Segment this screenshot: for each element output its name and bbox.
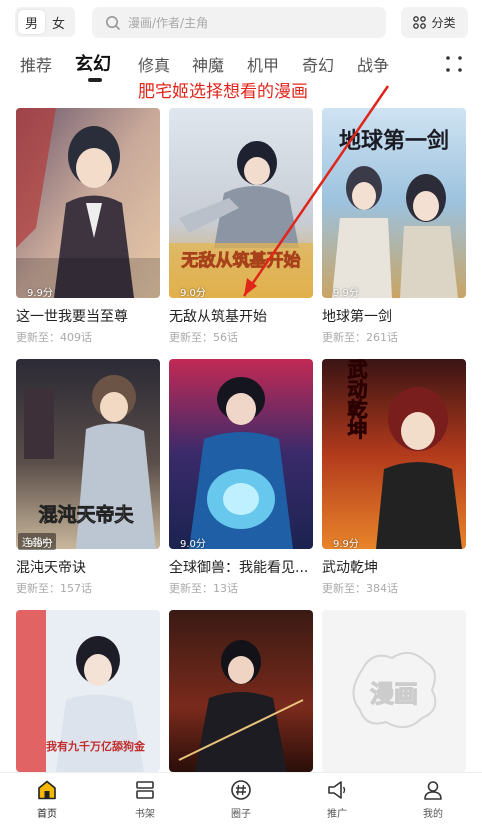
tab-xuanhuan[interactable]: 玄幻 [75, 50, 111, 76]
nav-bookshelf[interactable]: 书架 [115, 779, 175, 820]
comic-title: 全球御兽：我能看见... [169, 560, 309, 576]
active-tab-indicator [88, 78, 102, 82]
comic-update: 更新至：261话 [322, 331, 398, 344]
comic-cover[interactable]: 混沌天帝夫 [16, 359, 160, 549]
tab-jijia[interactable]: 机甲 [247, 52, 279, 76]
nav-home-label: 首页 [37, 809, 57, 820]
comic-cover[interactable] [169, 359, 313, 549]
comic-score: 9.9分 [333, 288, 359, 299]
comic-cover[interactable]: 无敌从筑基开始 [169, 108, 313, 298]
cover-title-art: 无敌从筑基开始 [181, 250, 301, 271]
comic-cover[interactable] [16, 108, 160, 298]
nav-community-label: 圈子 [231, 809, 251, 820]
comic-score: 9.9分 [27, 539, 53, 550]
categories-label: 分类 [431, 16, 456, 30]
comic-title: 无敌从筑基开始 [169, 309, 267, 325]
comic-title: 地球第一剑 [322, 309, 392, 325]
comic-update: 更新至：13话 [169, 582, 238, 595]
cover-title-art: 我有九千万亿舔狗金 [46, 739, 146, 753]
comic-score: 9.0分 [180, 539, 206, 550]
placeholder-logo-text: 漫画 [370, 679, 418, 708]
top-bar: 男 女 漫画/作者/主角 分类 [0, 0, 482, 44]
annotation-text: 肥宅姬选择想看的漫画 [138, 82, 308, 102]
home-icon [38, 780, 56, 800]
comic-score: 9.9分 [27, 288, 53, 299]
nav-community[interactable]: 圈子 [211, 779, 271, 820]
nav-promote-label: 推广 [327, 809, 347, 820]
user-icon [424, 781, 442, 800]
cover-title-art: 地球第一剑 [339, 128, 449, 154]
search-placeholder: 漫画/作者/主角 [128, 16, 209, 30]
nav-bookshelf-label: 书架 [135, 809, 155, 820]
comic-cover[interactable]: 我有九千万亿舔狗金 [16, 610, 160, 772]
comic-cover[interactable] [169, 610, 313, 772]
comic-cover-placeholder: 漫画 [322, 610, 466, 772]
categories-button[interactable]: 分类 [401, 7, 468, 38]
tab-zhanzheng[interactable]: 战争 [357, 52, 389, 76]
nav-promote[interactable]: 推广 [307, 779, 367, 820]
comic-title: 混沌天帝诀 [16, 560, 86, 576]
more-tabs-icon[interactable] [444, 54, 464, 74]
grid-icon [413, 16, 427, 29]
comic-update: 更新至：409话 [16, 331, 92, 344]
comic-update: 更新至：56话 [169, 331, 238, 344]
comic-score: 9.0分 [180, 288, 206, 299]
nav-profile-label: 我的 [423, 809, 443, 820]
comic-cover[interactable]: 武动乾坤 [322, 359, 466, 549]
cover-title-art: 混沌天帝夫 [38, 503, 134, 526]
gender-female-button[interactable]: 女 [45, 10, 72, 34]
hashtag-circle-icon [231, 780, 251, 800]
tab-qihuan[interactable]: 奇幻 [302, 52, 334, 76]
tab-shenmo[interactable]: 神魔 [192, 52, 224, 76]
nav-home[interactable]: 首页 [17, 779, 77, 820]
cover-title-art: 武动乾坤 [344, 359, 368, 440]
comic-update: 更新至：384话 [322, 582, 398, 595]
tab-recommend[interactable]: 推荐 [20, 52, 52, 76]
comic-update: 更新至：157话 [16, 582, 92, 595]
search-icon [106, 15, 120, 30]
gender-toggle: 男 女 [15, 7, 75, 37]
bookshelf-icon [136, 781, 154, 799]
gender-male-button[interactable]: 男 [18, 10, 45, 34]
comic-cover[interactable]: 地球第一剑 [322, 108, 466, 298]
search-bar[interactable]: 漫画/作者/主角 [92, 7, 386, 38]
bottom-navigation: 首页 书架 圈子 推广 我的 [0, 772, 482, 827]
megaphone-icon [328, 781, 346, 799]
nav-profile[interactable]: 我的 [403, 779, 463, 820]
comic-title: 武动乾坤 [322, 560, 378, 576]
comic-title: 这一世我要当至尊 [16, 309, 128, 325]
tab-xiuzhen[interactable]: 修真 [138, 52, 170, 76]
comic-score: 9.9分 [333, 539, 359, 550]
